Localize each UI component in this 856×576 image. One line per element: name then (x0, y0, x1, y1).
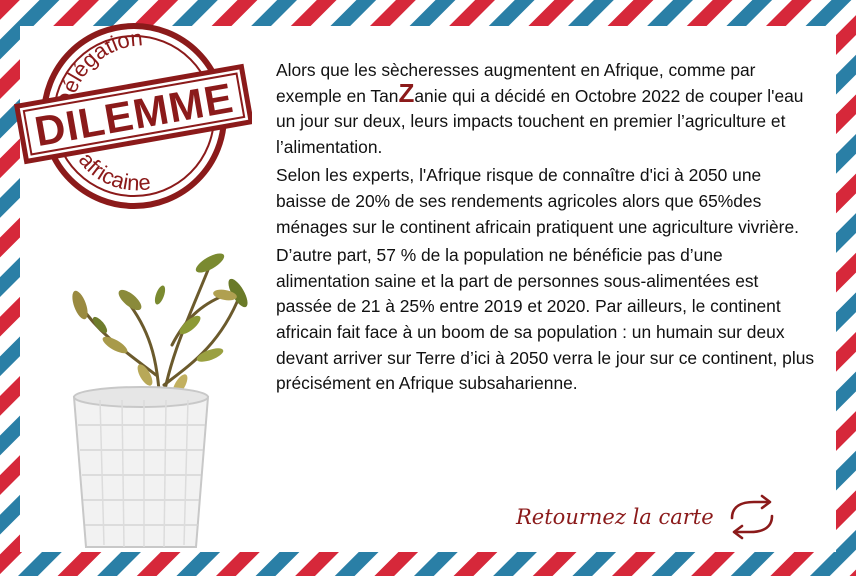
stamp-bottom-text: africaine (74, 147, 152, 195)
postcard: Délégation DILEMME africaine Alors que l… (0, 0, 856, 576)
paragraph-drought: Alors que les sècheresses augmentent en … (276, 58, 816, 160)
flip-card-button[interactable]: Retournez la carte (516, 494, 780, 540)
delegation-stamp: Délégation DILEMME africaine (13, 23, 252, 209)
flip-card-label: Retournez la carte (516, 505, 714, 529)
wilted-plant-image (72, 253, 248, 548)
paragraph-population: D’autre part, 57 % de la population ne b… (276, 245, 815, 394)
highlight-letter-z: Z (398, 77, 415, 108)
paragraph-experts: Selon les experts, l'Afrique risque de c… (276, 165, 799, 237)
flip-arrows-icon (730, 494, 773, 540)
white-pot (72, 386, 210, 548)
article-text: Alors que les sècheresses augmentent en … (276, 58, 816, 400)
